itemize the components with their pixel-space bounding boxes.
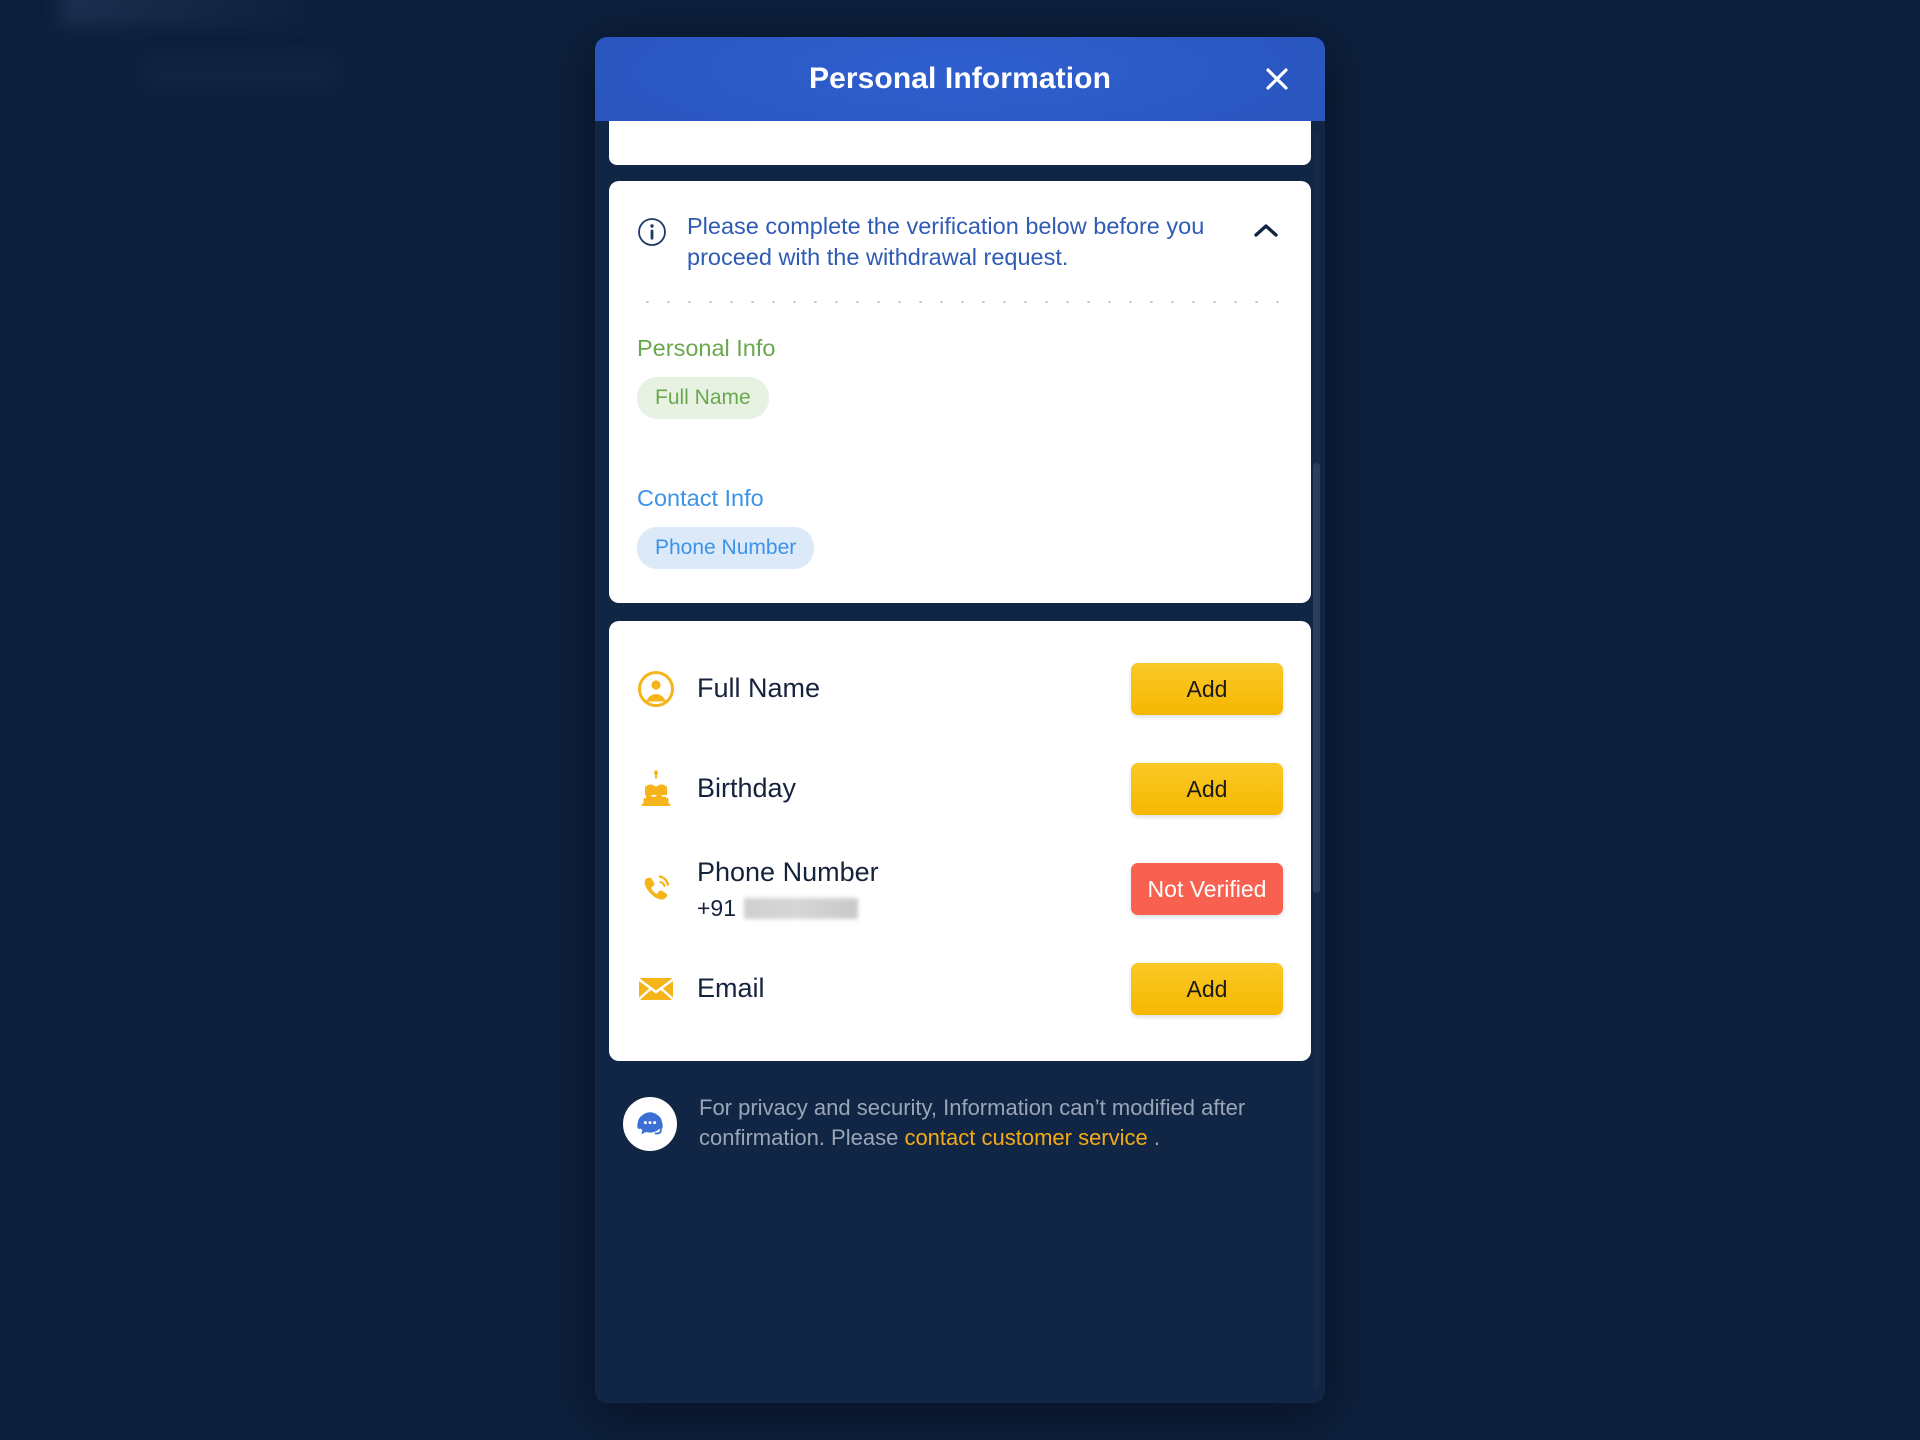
contact-customer-service-link[interactable]: contact customer service bbox=[904, 1125, 1147, 1150]
scrollbar-thumb[interactable] bbox=[1313, 463, 1320, 893]
dotted-divider bbox=[637, 301, 1283, 304]
page-title: Personal Information bbox=[808, 62, 1112, 95]
redacted-phone-digits bbox=[744, 898, 859, 920]
background-artifact-secondary bbox=[140, 60, 340, 86]
scrollbar-track[interactable] bbox=[1313, 133, 1320, 1389]
list-item: Email Add bbox=[637, 939, 1283, 1039]
list-item-label: Phone Number bbox=[697, 856, 879, 887]
close-icon[interactable] bbox=[1259, 61, 1295, 97]
envelope-icon bbox=[637, 974, 689, 1004]
privacy-text-part2: . bbox=[1147, 1125, 1160, 1151]
personal-details-list: Full Name Add Birthday Add Phone Number … bbox=[609, 621, 1311, 1062]
personal-information-modal: Personal Information VIP Points (VP) 0 M… bbox=[595, 37, 1325, 1403]
list-item-content: Full Name bbox=[689, 672, 1131, 706]
list-item-label: Birthday bbox=[697, 773, 797, 804]
verification-card: Please complete the verification below b… bbox=[609, 181, 1311, 604]
section-title-contact-info: Contact Info bbox=[637, 485, 764, 512]
list-item-label: Full Name bbox=[697, 673, 821, 704]
list-item-label: Email bbox=[697, 973, 765, 1004]
section-title-personal-info: Personal Info bbox=[637, 335, 776, 362]
phone-number-value: +91 bbox=[697, 895, 1131, 922]
requirement-pill-phone-number: Phone Number bbox=[637, 527, 815, 570]
user-circle-icon bbox=[637, 670, 689, 708]
chevron-up-icon[interactable] bbox=[1249, 219, 1283, 248]
list-item-content: Birthday bbox=[689, 772, 1131, 806]
list-item: Birthday Add bbox=[637, 739, 1283, 839]
birthday-cake-icon bbox=[637, 770, 689, 808]
modal-header: Personal Information bbox=[595, 37, 1325, 121]
verification-notice: Please complete the verification below b… bbox=[637, 211, 1283, 273]
add-birthday-button[interactable]: Add bbox=[1131, 763, 1283, 816]
phone-icon bbox=[637, 870, 689, 908]
customer-service-chat-icon[interactable] bbox=[623, 1097, 677, 1152]
requirement-pill-full-name: Full Name bbox=[637, 377, 769, 420]
vip-points-row: VIP Points (VP) 0 My VIP » bbox=[637, 121, 1283, 123]
info-circle-icon bbox=[637, 217, 667, 252]
list-item-content: Phone Number +91 bbox=[689, 856, 1131, 923]
add-full-name-button[interactable]: Add bbox=[1131, 663, 1283, 716]
background-artifact bbox=[60, 0, 300, 26]
list-item: Full Name Add bbox=[637, 639, 1283, 739]
list-item-content: Email bbox=[689, 972, 1131, 1006]
vip-points-card: VIP Points (VP) 0 My VIP » bbox=[609, 121, 1311, 165]
phone-not-verified-button[interactable]: Not Verified bbox=[1131, 863, 1283, 916]
privacy-notice-text: For privacy and security, Information ca… bbox=[699, 1093, 1283, 1154]
verification-message: Please complete the verification below b… bbox=[687, 213, 1205, 271]
privacy-notice: For privacy and security, Information ca… bbox=[609, 1061, 1311, 1154]
add-email-button[interactable]: Add bbox=[1131, 963, 1283, 1016]
phone-country-code: +91 bbox=[697, 895, 737, 922]
list-item: Phone Number +91 Not Verified bbox=[637, 839, 1283, 939]
modal-body: VIP Points (VP) 0 My VIP » Please com bbox=[595, 121, 1325, 1403]
